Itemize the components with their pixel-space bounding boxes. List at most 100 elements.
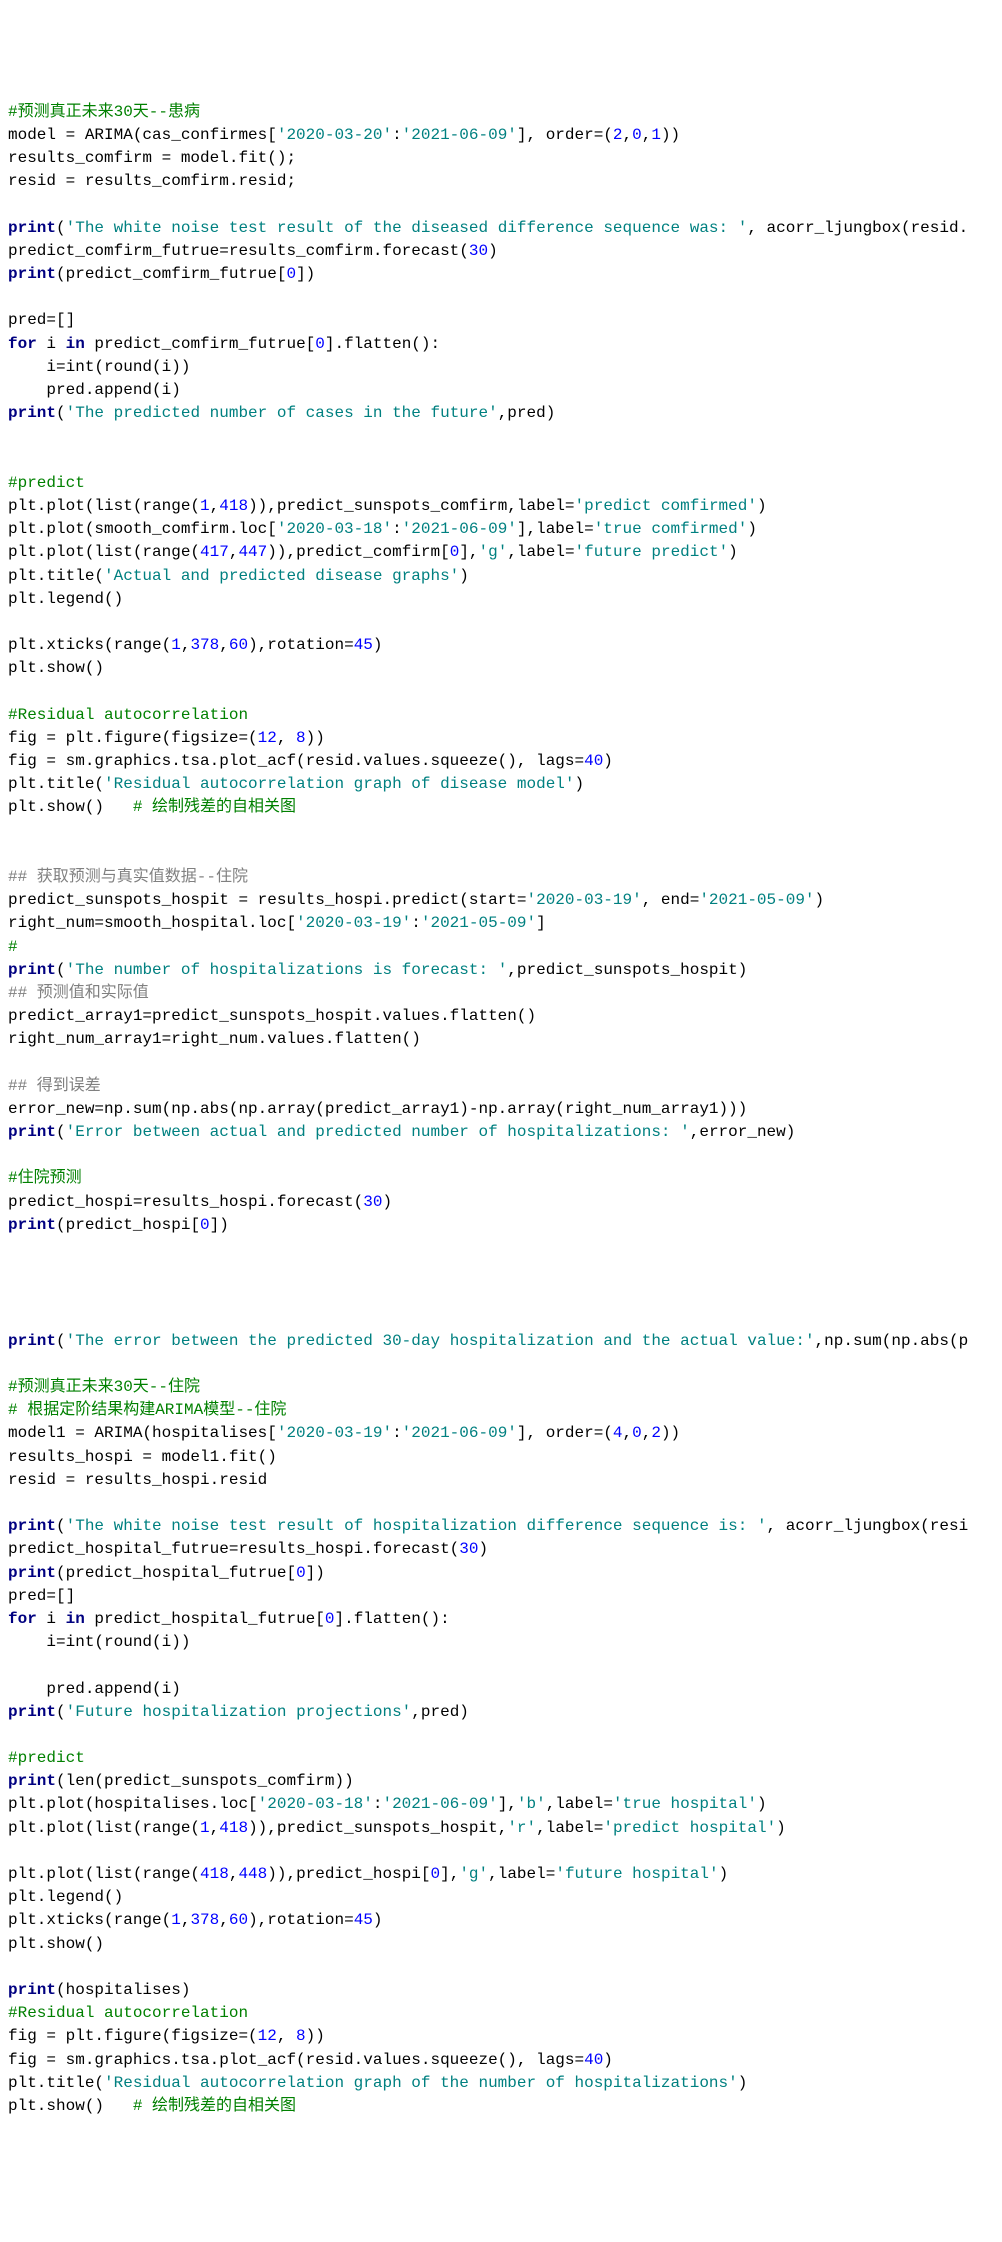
code-token: plt.title( (8, 2074, 104, 2092)
code-token: plt.plot(list(range( (8, 1819, 200, 1837)
code-token: : (411, 914, 421, 932)
code-token: results_comfirm = model.fit(); (8, 149, 296, 167)
code-token: predict_sunspots_hospit = results_hospi.… (8, 891, 526, 909)
code-token: i (37, 1610, 66, 1628)
code-token: 30 (469, 242, 488, 260)
code-token: predict_comfirm_futrue=results_comfirm.f… (8, 242, 469, 260)
code-token: print (8, 1332, 56, 1350)
code-token: for (8, 1610, 37, 1628)
code-line (8, 1051, 994, 1074)
code-token: # 根据定阶结果构建ARIMA模型--住院 (8, 1401, 286, 1419)
code-token: ].flatten(): (325, 335, 440, 353)
code-token: ) (478, 1540, 488, 1558)
code-token: print (8, 1772, 56, 1790)
code-token: #predict (8, 1749, 85, 1767)
code-token: ) (488, 242, 498, 260)
code-line: pred=[] (8, 309, 994, 332)
code-token: ) (603, 752, 613, 770)
code-line: #预测真正未来30天--患病 (8, 101, 994, 124)
code-token: i=int(round(i)) (8, 358, 190, 376)
code-token: ) (757, 1795, 767, 1813)
code-token: 1 (651, 126, 661, 144)
code-token: #predict (8, 474, 85, 492)
code-line: plt.legend() (8, 1886, 994, 1909)
code-line (8, 1724, 994, 1747)
code-token: for (8, 335, 37, 353)
code-token: '2021-06-09' (402, 520, 517, 538)
code-token: print (8, 1517, 56, 1535)
code-token: 448 (238, 1865, 267, 1883)
code-token: 40 (584, 752, 603, 770)
code-line: ## 获取预测与真实值数据--住院 (8, 866, 994, 889)
code-token: 0 (286, 265, 296, 283)
code-token: print (8, 1981, 56, 1999)
code-line: i=int(round(i)) (8, 1631, 994, 1654)
code-line: print('The number of hospitalizations is… (8, 959, 994, 982)
code-line: print('Future hospitalization projection… (8, 1701, 994, 1724)
code-token: 'predict hospital' (603, 1819, 776, 1837)
code-token: #Residual autocorrelation (8, 2004, 248, 2022)
code-token: '2020-03-18' (258, 1795, 373, 1813)
code-token: ) (738, 2074, 748, 2092)
code-token: plt.show() (8, 2097, 133, 2115)
code-token: 'g' (459, 1865, 488, 1883)
code-token: (predict_hospi[ (56, 1216, 200, 1234)
code-token: 447 (238, 543, 267, 561)
code-line (8, 1283, 994, 1306)
code-line (8, 449, 994, 472)
code-token: ,error_new) (690, 1123, 796, 1141)
code-line: fig = plt.figure(figsize=(12, 8)) (8, 727, 994, 750)
code-token: ) (815, 891, 825, 909)
code-token: )),predict_comfirm[ (267, 543, 449, 561)
code-line: plt.xticks(range(1,378,60),rotation=45) (8, 634, 994, 657)
code-line (8, 611, 994, 634)
code-token: 'g' (479, 543, 508, 561)
code-line: plt.plot(list(range(1,418)),predict_suns… (8, 1817, 994, 1840)
code-token: '2020-03-18' (277, 520, 392, 538)
code-token: '2020-03-19' (526, 891, 641, 909)
code-token: ( (56, 404, 66, 422)
code-token: , (642, 1424, 652, 1442)
code-token: ] (536, 914, 546, 932)
code-token: (len(predict_sunspots_comfirm)) (56, 1772, 354, 1790)
code-token: ) (459, 567, 469, 585)
code-line: model = ARIMA(cas_confirmes['2020-03-20'… (8, 124, 994, 147)
code-token: '2020-03-20' (277, 126, 392, 144)
code-token: 'The white noise test result of hospital… (66, 1517, 767, 1535)
code-line: plt.plot(list(range(417,447)),predict_co… (8, 541, 994, 564)
code-line: plt.plot(list(range(418,448)),predict_ho… (8, 1863, 994, 1886)
code-token: 1 (200, 1819, 210, 1837)
code-token: right_num=smooth_hospital.loc[ (8, 914, 296, 932)
code-token: , (181, 636, 191, 654)
code-line: resid = results_comfirm.resid; (8, 170, 994, 193)
code-token: plt.legend() (8, 1888, 123, 1906)
code-line (8, 1260, 994, 1283)
code-token: ) (373, 1911, 383, 1929)
code-line (8, 820, 994, 843)
code-token: resid = results_hospi.resid (8, 1471, 267, 1489)
code-line (8, 843, 994, 866)
code-token: pred=[] (8, 311, 75, 329)
code-token: ) (728, 543, 738, 561)
code-token: ],label= (517, 520, 594, 538)
code-token: '2020-03-19' (296, 914, 411, 932)
code-line: print('The white noise test result of ho… (8, 1515, 994, 1538)
code-token: , acorr_ljungbox(resid. (747, 219, 968, 237)
code-token: 0 (632, 126, 642, 144)
code-token: 8 (296, 2027, 306, 2045)
code-token: model = ARIMA(cas_confirmes[ (8, 126, 277, 144)
code-token: ( (56, 1332, 66, 1350)
code-token: error_new=np.sum(np.abs(np.array(predict… (8, 1100, 747, 1118)
code-token: 'true comfirmed' (594, 520, 748, 538)
code-token: ( (56, 1517, 66, 1535)
code-line: fig = sm.graphics.tsa.plot_acf(resid.val… (8, 2049, 994, 2072)
code-token: 4 (613, 1424, 623, 1442)
code-line: #predict (8, 1747, 994, 1770)
code-token: print (8, 219, 56, 237)
code-line: print(hospitalises) (8, 1979, 994, 2002)
code-token: 378 (190, 636, 219, 654)
code-token: 'Future hospitalization projections' (66, 1703, 412, 1721)
code-token: #住院预测 (8, 1169, 82, 1187)
code-token: 12 (258, 729, 277, 747)
code-line: #Residual autocorrelation (8, 704, 994, 727)
